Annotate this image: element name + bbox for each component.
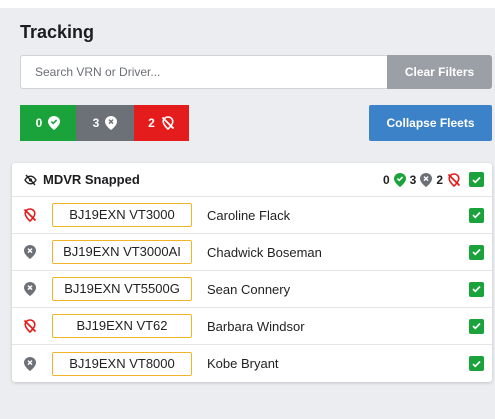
vehicle-row[interactable]: BJ19EXN VT3000AI Chadwick Boseman bbox=[12, 234, 492, 271]
checkmark-icon bbox=[472, 322, 481, 330]
vehicle-driver: Kobe Bryant bbox=[207, 356, 279, 371]
top-strip bbox=[0, 0, 495, 8]
vehicle-checkbox[interactable] bbox=[469, 356, 484, 371]
offline-count: 3 bbox=[92, 116, 100, 130]
pin-x-icon bbox=[105, 116, 118, 130]
vehicle-row[interactable]: BJ19EXN VT5500G Sean Connery bbox=[12, 271, 492, 308]
pin-x-icon bbox=[24, 356, 36, 371]
status-filter-group: 0 3 2 bbox=[20, 105, 189, 141]
online-count: 0 bbox=[35, 116, 43, 130]
vehicle-row[interactable]: BJ19EXN VT62 Barbara Windsor bbox=[12, 308, 492, 345]
checkmark-icon bbox=[472, 248, 481, 256]
vehicle-vrn[interactable]: BJ19EXN VT8000 bbox=[52, 351, 192, 376]
vehicle-vrn[interactable]: BJ19EXN VT62 bbox=[52, 314, 192, 338]
eye-slash-icon bbox=[24, 174, 37, 185]
fleet-offline-count: 3 bbox=[409, 172, 417, 187]
search-input[interactable] bbox=[20, 55, 387, 89]
vehicle-checkbox[interactable] bbox=[469, 318, 484, 334]
offline-filter-button[interactable]: 3 bbox=[76, 105, 134, 141]
vehicle-row[interactable]: BJ19EXN VT3000 Caroline Flack bbox=[12, 197, 492, 234]
offline-status-icon bbox=[22, 244, 38, 260]
vehicle-vrn[interactable]: BJ19EXN VT3000AI bbox=[52, 240, 192, 264]
checkmark-icon bbox=[472, 360, 481, 368]
page-title: Tracking bbox=[20, 22, 95, 42]
no-signal-status-icon bbox=[22, 318, 38, 334]
offline-status-icon bbox=[22, 281, 38, 297]
vehicle-driver: Caroline Flack bbox=[207, 207, 291, 223]
vehicle-driver: Chadwick Boseman bbox=[207, 244, 322, 260]
fleet-checkbox[interactable] bbox=[469, 172, 484, 187]
vehicle-driver: Barbara Windsor bbox=[207, 318, 305, 334]
search-bar: Clear Filters bbox=[20, 55, 492, 89]
clear-filters-button[interactable]: Clear Filters bbox=[387, 55, 492, 89]
pin-check-icon bbox=[48, 116, 61, 130]
fleet-header[interactable]: MDVR Snapped 0 3 2 bbox=[12, 163, 492, 197]
pin-x-icon bbox=[420, 172, 433, 187]
vehicle-vrn[interactable]: BJ19EXN VT5500G bbox=[52, 277, 192, 301]
vehicle-driver: Sean Connery bbox=[207, 281, 291, 297]
pin-check-icon bbox=[393, 172, 406, 187]
pin-x-icon bbox=[24, 245, 36, 259]
checkmark-icon bbox=[472, 211, 481, 219]
fleet-status-counts: 0 3 2 bbox=[383, 172, 484, 187]
no-signal-status-icon bbox=[22, 207, 38, 223]
fleet-online-count: 0 bbox=[382, 172, 390, 187]
vehicle-checkbox[interactable] bbox=[469, 281, 484, 297]
fleet-panel: MDVR Snapped 0 3 2 BJ19EXN VT3000 Caroli… bbox=[12, 163, 492, 382]
pin-slash-icon bbox=[23, 319, 37, 333]
vehicle-checkbox[interactable] bbox=[469, 244, 484, 260]
no-signal-filter-button[interactable]: 2 bbox=[134, 105, 189, 141]
collapse-fleets-button[interactable]: Collapse Fleets bbox=[369, 105, 492, 141]
vehicle-checkbox[interactable] bbox=[469, 207, 484, 223]
pin-slash-icon bbox=[23, 208, 37, 222]
checkmark-icon bbox=[472, 285, 481, 293]
online-filter-button[interactable]: 0 bbox=[20, 105, 76, 141]
fleet-no-signal-count: 2 bbox=[436, 172, 443, 187]
pin-slash-icon bbox=[161, 116, 174, 130]
checkmark-icon bbox=[472, 176, 481, 184]
vehicle-row[interactable]: BJ19EXN VT8000 Kobe Bryant bbox=[12, 345, 492, 382]
pin-slash-icon bbox=[447, 172, 461, 187]
vehicle-vrn[interactable]: BJ19EXN VT3000 bbox=[52, 203, 192, 227]
offline-status-icon bbox=[22, 356, 38, 372]
fleet-name: MDVR Snapped bbox=[43, 172, 140, 187]
no-signal-count: 2 bbox=[148, 116, 155, 130]
pin-x-icon bbox=[24, 282, 36, 296]
